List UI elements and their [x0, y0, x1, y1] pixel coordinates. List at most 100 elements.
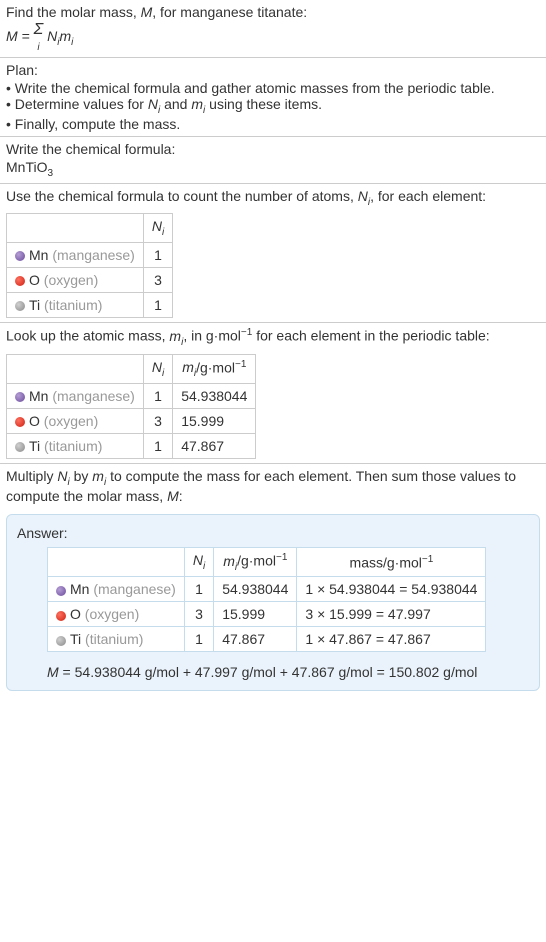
element-cell: Ti (titanium)	[48, 627, 185, 652]
element-cell: O (oxygen)	[7, 409, 144, 434]
mass-section: Look up the atomic mass, mi, in g·mol−1 …	[0, 323, 546, 464]
formula-subscript: 3	[47, 168, 53, 179]
compute-title: Multiply Ni by mi to compute the mass fo…	[6, 468, 540, 504]
element-name: (titanium)	[85, 631, 143, 647]
element-dot-icon	[15, 417, 25, 427]
element-cell: Ti (titanium)	[7, 293, 144, 318]
mi-value: 15.999	[173, 409, 256, 434]
element-cell: Ti (titanium)	[7, 434, 144, 459]
table-row: O (oxygen) 3 15.999 3 × 15.999 = 47.997	[48, 602, 486, 627]
element-name: (manganese)	[52, 247, 135, 263]
table-header-ni: Ni	[184, 547, 213, 576]
table-row: O (oxygen) 3 15.999	[7, 409, 256, 434]
element-dot-icon	[15, 276, 25, 286]
mi-value: 47.867	[173, 434, 256, 459]
ni-value: 1	[143, 243, 172, 268]
ni-value: 3	[143, 409, 172, 434]
table-row: Ti (titanium) 1	[7, 293, 173, 318]
ni-value: 1	[143, 434, 172, 459]
ni-value: 3	[143, 268, 172, 293]
answer-title: Answer:	[17, 525, 529, 541]
chemical-formula: MnTiO3	[6, 159, 540, 179]
mi-value: 54.938044	[173, 384, 256, 409]
element-dot-icon	[56, 586, 66, 596]
element-dot-icon	[56, 611, 66, 621]
plan-item: Write the chemical formula and gather at…	[6, 80, 540, 96]
count-table: Ni Mn (manganese) 1 O (oxygen) 3 Ti (tit…	[6, 213, 173, 318]
table-header-mi: mi/g·mol−1	[214, 547, 297, 576]
element-name: (manganese)	[52, 388, 135, 404]
element-cell: Mn (manganese)	[7, 243, 144, 268]
element-symbol: O	[29, 272, 40, 288]
answer-table: Ni mi/g·mol−1 mass/g·mol−1 Mn (manganese…	[47, 547, 486, 652]
element-name: (manganese)	[93, 581, 176, 597]
formula-main: MnTiO	[6, 159, 47, 175]
plan-section: Plan: Write the chemical formula and gat…	[0, 58, 546, 137]
table-header-ni: Ni	[143, 214, 172, 243]
plan-title: Plan:	[6, 62, 540, 78]
element-symbol: Ti	[29, 438, 40, 454]
intro-section: Find the molar mass, M, for manganese ti…	[0, 0, 546, 58]
element-symbol: O	[70, 606, 81, 622]
formula-section: Write the chemical formula: MnTiO3	[0, 137, 546, 184]
mass-value: 1 × 47.867 = 47.867	[297, 627, 486, 652]
table-header-element	[48, 547, 185, 576]
element-symbol: Ti	[29, 297, 40, 313]
mass-value: 3 × 15.999 = 47.997	[297, 602, 486, 627]
table-header-mass: mass/g·mol−1	[297, 547, 486, 576]
element-dot-icon	[15, 442, 25, 452]
mi-value: 47.867	[214, 627, 297, 652]
ni-value: 1	[143, 384, 172, 409]
table-row: Ti (titanium) 1 47.867 1 × 47.867 = 47.8…	[48, 627, 486, 652]
element-dot-icon	[15, 301, 25, 311]
element-symbol: Mn	[29, 247, 48, 263]
mi-value: 54.938044	[214, 577, 297, 602]
element-name: (titanium)	[44, 297, 102, 313]
element-dot-icon	[56, 636, 66, 646]
element-dot-icon	[15, 392, 25, 402]
mass-table: Ni mi/g·mol−1 Mn (manganese) 1 54.938044…	[6, 354, 256, 459]
element-cell: O (oxygen)	[48, 602, 185, 627]
element-cell: Mn (manganese)	[48, 577, 185, 602]
element-name: (oxygen)	[85, 606, 139, 622]
answer-box: Answer: Ni mi/g·mol−1 mass/g·mol−1 Mn (m…	[6, 514, 540, 691]
final-result: M = 54.938044 g/mol + 47.997 g/mol + 47.…	[47, 664, 529, 680]
count-section: Use the chemical formula to count the nu…	[0, 184, 546, 324]
element-symbol: Ti	[70, 631, 81, 647]
plan-item: Finally, compute the mass.	[6, 116, 540, 132]
table-row: O (oxygen) 3	[7, 268, 173, 293]
ni-value: 1	[184, 627, 213, 652]
formula-title: Write the chemical formula:	[6, 141, 540, 157]
plan-item: Determine values for Ni and mi using the…	[6, 96, 540, 116]
intro-title: Find the molar mass, M, for manganese ti…	[6, 4, 540, 20]
ni-value: 1	[184, 577, 213, 602]
table-row: Ti (titanium) 1 47.867	[7, 434, 256, 459]
table-header-ni: Ni	[143, 354, 172, 383]
compute-section: Multiply Ni by mi to compute the mass fo…	[0, 464, 546, 508]
ni-value: 1	[143, 293, 172, 318]
ni-value: 3	[184, 602, 213, 627]
element-name: (oxygen)	[44, 272, 98, 288]
mass-title: Look up the atomic mass, mi, in g·mol−1 …	[6, 327, 540, 347]
count-title: Use the chemical formula to count the nu…	[6, 188, 540, 208]
mass-value: 1 × 54.938044 = 54.938044	[297, 577, 486, 602]
element-symbol: Mn	[70, 581, 89, 597]
element-symbol: O	[29, 413, 40, 429]
mi-value: 15.999	[214, 602, 297, 627]
table-header-element	[7, 214, 144, 243]
element-cell: O (oxygen)	[7, 268, 144, 293]
table-header-element	[7, 354, 144, 383]
table-row: Mn (manganese) 1	[7, 243, 173, 268]
table-header-mi: mi/g·mol−1	[173, 354, 256, 383]
element-symbol: Mn	[29, 388, 48, 404]
table-row: Mn (manganese) 1 54.938044	[7, 384, 256, 409]
table-header-row: Ni	[7, 214, 173, 243]
plan-list: Write the chemical formula and gather at…	[6, 80, 540, 132]
table-header-row: Ni mi/g·mol−1 mass/g·mol−1	[48, 547, 486, 576]
element-name: (oxygen)	[44, 413, 98, 429]
table-header-row: Ni mi/g·mol−1	[7, 354, 256, 383]
molar-mass-formula: M = Σ i Nimi	[6, 22, 540, 53]
element-cell: Mn (manganese)	[7, 384, 144, 409]
element-name: (titanium)	[44, 438, 102, 454]
table-row: Mn (manganese) 1 54.938044 1 × 54.938044…	[48, 577, 486, 602]
